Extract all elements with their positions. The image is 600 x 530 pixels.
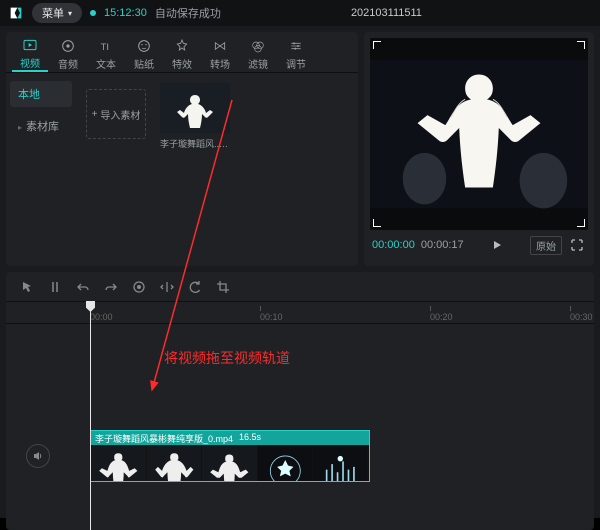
tab-audio[interactable]: 音频 <box>50 36 86 72</box>
tool-crop[interactable] <box>210 276 236 298</box>
redo-icon <box>104 280 118 294</box>
annotation-text: 将视频拖至视频轨道 <box>164 348 290 368</box>
tool-redo[interactable] <box>98 276 124 298</box>
tab-transition[interactable]: 转场 <box>202 36 238 72</box>
sidebar-item-library[interactable]: ▸素材库 <box>10 113 72 139</box>
clip-duration: 16.5s <box>239 432 261 444</box>
video-icon <box>22 37 38 53</box>
tab-effect[interactable]: 特效 <box>164 36 200 72</box>
tool-mirror[interactable] <box>154 276 180 298</box>
tool-undo[interactable] <box>70 276 96 298</box>
aspect-original-button[interactable]: 原始 <box>530 236 562 255</box>
speaker-icon <box>32 450 44 462</box>
menu-dropdown[interactable]: 菜单 ▾ <box>32 3 82 23</box>
sticker-icon <box>136 38 152 54</box>
project-name: 202103111511 <box>229 7 544 19</box>
undo-icon <box>76 280 90 294</box>
play-icon <box>491 239 503 251</box>
adjust-icon <box>288 38 304 54</box>
clip-thumbnails <box>91 445 369 482</box>
text-icon: TI <box>98 38 114 54</box>
tool-record[interactable] <box>126 276 152 298</box>
category-tabs: 视频 音频 TI 文本 贴纸 特效 <box>6 32 358 73</box>
preview-total-time: 00:00:17 <box>421 239 464 251</box>
transition-icon <box>212 38 228 54</box>
clip-thumbnail-image <box>160 83 230 133</box>
clip-name-label: 李子璇舞蹈风..._0.mp4 <box>160 137 230 150</box>
playhead[interactable] <box>90 302 91 530</box>
import-media-button[interactable]: + 导入素材 <box>86 89 146 139</box>
tool-rotate[interactable] <box>182 276 208 298</box>
clip-title: 李子璇舞蹈风暴彬舞纯享版_0.mp4 <box>95 432 233 444</box>
crop-handle-tr[interactable] <box>577 41 585 49</box>
tab-video[interactable]: 视频 <box>12 36 48 72</box>
crop-handle-br[interactable] <box>577 219 585 227</box>
crop-icon <box>216 280 230 294</box>
tab-filter[interactable]: 滤镜 <box>240 36 276 72</box>
crop-handle-tl[interactable] <box>373 41 381 49</box>
tab-text[interactable]: TI 文本 <box>88 36 124 72</box>
tab-adjust[interactable]: 调节 <box>278 36 314 72</box>
mirror-icon <box>160 280 174 294</box>
play-button[interactable] <box>488 236 506 254</box>
status-dot <box>90 10 96 16</box>
header-time: 15:12:30 <box>104 7 147 19</box>
effect-icon <box>174 38 190 54</box>
timeline-toolbar <box>6 272 594 302</box>
audio-icon <box>60 38 76 54</box>
rotate-icon <box>188 280 202 294</box>
save-status: 自动保存成功 <box>155 5 221 21</box>
svg-text:TI: TI <box>101 42 109 52</box>
preview-image <box>370 38 588 230</box>
plus-icon: + <box>92 109 98 120</box>
media-clip[interactable]: 已添加 李子璇舞蹈风..._0.mp4 <box>160 83 230 150</box>
record-icon <box>132 280 146 294</box>
timeline-video-clip[interactable]: 李子璇舞蹈风暴彬舞纯享版_0.mp4 16.5s <box>90 430 370 482</box>
split-icon <box>48 280 62 294</box>
tab-sticker[interactable]: 贴纸 <box>126 36 162 72</box>
preview-current-time: 00:00:00 <box>372 239 415 251</box>
sidebar-item-local[interactable]: 本地 <box>10 81 72 107</box>
fullscreen-button[interactable] <box>568 236 586 254</box>
tool-split[interactable] <box>42 276 68 298</box>
cursor-icon <box>20 280 34 294</box>
fullscreen-icon <box>571 239 583 251</box>
tool-select[interactable] <box>14 276 40 298</box>
app-logo <box>8 5 24 21</box>
filter-icon <box>250 38 266 54</box>
track-mute-button[interactable] <box>26 444 50 468</box>
crop-handle-bl[interactable] <box>373 219 381 227</box>
preview-viewport[interactable] <box>370 38 588 230</box>
